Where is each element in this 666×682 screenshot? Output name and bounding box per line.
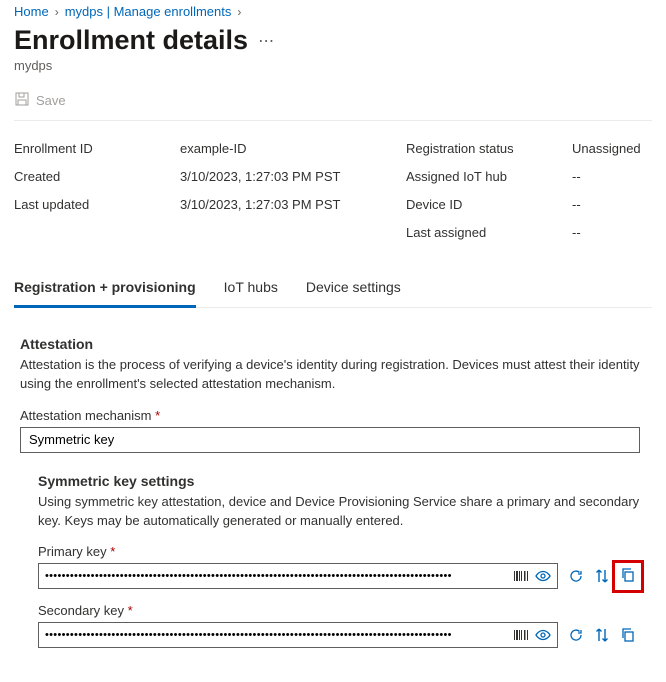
value-reg-status: Unassigned — [572, 135, 652, 163]
value-last-assigned: -- — [572, 219, 652, 247]
attestation-description: Attestation is the process of verifying … — [20, 356, 646, 394]
regenerate-icon[interactable] — [568, 568, 584, 584]
more-icon[interactable]: ⋯ — [258, 31, 275, 51]
copy-icon[interactable] — [620, 567, 636, 583]
swap-icon[interactable] — [594, 568, 610, 584]
label-assigned-hub: Assigned IoT hub — [406, 163, 536, 191]
primary-key-input[interactable] — [45, 570, 513, 582]
secondary-key-input[interactable] — [45, 629, 513, 641]
eye-icon[interactable] — [535, 627, 551, 643]
label-reg-status: Registration status — [406, 135, 536, 163]
chevron-right-icon: › — [55, 5, 59, 19]
value-assigned-hub: -- — [572, 163, 652, 191]
page-title: Enrollment details — [14, 25, 248, 56]
barcode-icon[interactable] — [513, 627, 529, 643]
breadcrumb: Home › mydps | Manage enrollments › — [14, 4, 652, 19]
symmetric-key-description: Using symmetric key attestation, device … — [38, 493, 646, 531]
swap-icon[interactable] — [594, 627, 610, 643]
value-enrollment-id: example-ID — [180, 135, 370, 163]
symmetric-key-heading: Symmetric key settings — [38, 473, 646, 489]
label-last-assigned: Last assigned — [406, 219, 536, 247]
chevron-right-icon: › — [237, 5, 241, 19]
label-last-updated: Last updated — [14, 191, 144, 219]
required-indicator: * — [110, 544, 115, 559]
save-button[interactable]: Save — [36, 93, 66, 108]
eye-icon[interactable] — [535, 568, 551, 584]
copy-icon[interactable] — [620, 627, 636, 643]
value-created: 3/10/2023, 1:27:03 PM PST — [180, 163, 370, 191]
attestation-mechanism-label: Attestation mechanism — [20, 408, 152, 423]
label-device-id: Device ID — [406, 191, 536, 219]
tab-iot-hubs[interactable]: IoT hubs — [224, 271, 278, 307]
barcode-icon[interactable] — [513, 568, 529, 584]
required-indicator: * — [155, 408, 160, 423]
attestation-mechanism-input[interactable] — [20, 427, 640, 453]
value-last-updated: 3/10/2023, 1:27:03 PM PST — [180, 191, 370, 219]
save-icon — [14, 91, 30, 110]
page-subtitle: mydps — [14, 58, 652, 73]
label-enrollment-id: Enrollment ID — [14, 135, 144, 163]
secondary-key-label: Secondary key — [38, 603, 124, 618]
breadcrumb-parent[interactable]: mydps | Manage enrollments — [65, 4, 232, 19]
value-device-id: -- — [572, 191, 652, 219]
tab-bar: Registration + provisioning IoT hubs Dev… — [14, 271, 652, 308]
highlight-copy-primary — [612, 560, 644, 593]
details-summary: Enrollment ID Created Last updated examp… — [14, 135, 652, 247]
required-indicator: * — [128, 603, 133, 618]
primary-key-label: Primary key — [38, 544, 107, 559]
label-created: Created — [14, 163, 144, 191]
attestation-heading: Attestation — [20, 336, 646, 352]
tab-registration-provisioning[interactable]: Registration + provisioning — [14, 271, 196, 308]
breadcrumb-home[interactable]: Home — [14, 4, 49, 19]
tab-device-settings[interactable]: Device settings — [306, 271, 401, 307]
regenerate-icon[interactable] — [568, 627, 584, 643]
divider — [14, 120, 652, 121]
